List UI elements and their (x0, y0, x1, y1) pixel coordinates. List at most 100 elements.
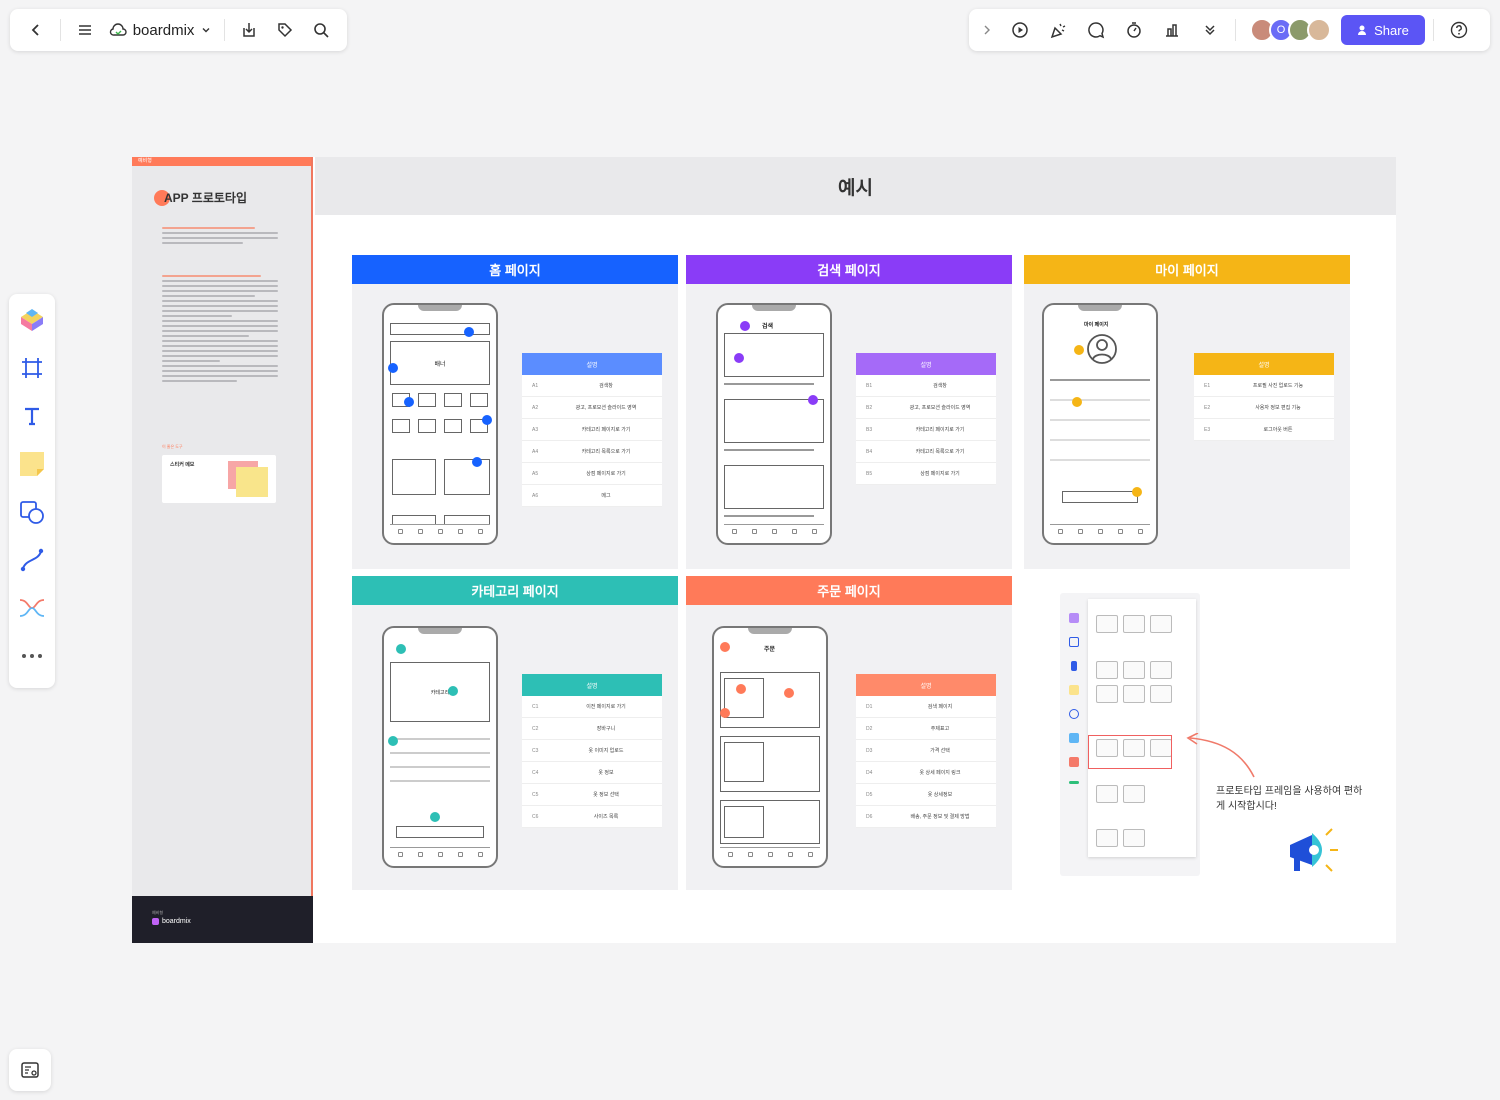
footer-small-label: 예비형 (152, 910, 164, 915)
panel-home[interactable]: 홈 페이지 배너 설명 A1 검색창 A2 광고, 프로모션 슬라이드 영역 A… (352, 255, 678, 569)
board-title-menu[interactable]: boardmix (105, 22, 217, 39)
creation-toolbar (9, 294, 55, 688)
minimap-icon[interactable] (9, 1049, 51, 1091)
connector-icon[interactable] (14, 542, 50, 578)
shape-icon[interactable] (14, 494, 50, 530)
panel-search[interactable]: 검색 페이지 검색 설명 B1 검색창 B2 광고, 프로모션 슬라이드 영역 B3… (686, 255, 1012, 569)
help-icon[interactable] (1442, 13, 1476, 47)
description-table: 설명 D1 검색 페이지 D2 주제표고 D3 가격 선택 D4 옷 상세 페이지 링크… (856, 674, 996, 828)
description-table: 설명 E1 프로필 사진 업로드 기능 E2 사용자 정보 편집 기능 E3 로그아웃… (1194, 353, 1334, 441)
description-header: 설명 (1194, 353, 1334, 375)
more-icon[interactable] (1193, 13, 1227, 47)
comment-icon[interactable] (1079, 13, 1113, 47)
phone-wireframe: 검색 (716, 303, 832, 545)
top-left-toolbar: boardmix (10, 9, 347, 51)
description-header: 설명 (522, 674, 662, 696)
board-title: boardmix (132, 21, 195, 39)
mindmap-icon[interactable] (14, 590, 50, 626)
phone-wireframe: 카테고리 (382, 626, 498, 868)
table-row: D1 검색 페이지 (856, 696, 996, 718)
board-frame[interactable]: 예비형 APP 프로토타입 이 줄은 도구 스티커 메모 예비형 boardmi… (132, 157, 1396, 943)
callout-arrow-icon (1186, 733, 1255, 778)
export-icon[interactable] (233, 13, 265, 47)
table-row: A4 카테고리 목록으로 가기 (522, 441, 662, 463)
frame-options-panel (1088, 599, 1196, 857)
sidebar-tag: 예비형 (132, 157, 311, 166)
table-row: C4 옷 정보 (522, 762, 662, 784)
table-row: A2 광고, 프로모션 슬라이드 영역 (522, 397, 662, 419)
share-label: Share (1374, 22, 1409, 38)
template-guide-sidebar: 예비형 APP 프로토타입 이 줄은 도구 스티커 메모 예비형 boardmi… (132, 157, 313, 943)
description-table: 설명 B1 검색창 B2 광고, 프로모션 슬라이드 영역 B3 카테고리 페이지로 … (856, 353, 996, 485)
vote-icon[interactable] (1155, 13, 1189, 47)
panel-order[interactable]: 주문 페이지 주문 설명 D1검색 페이지 D2주제표고 D3가격 선택 (686, 576, 1012, 890)
sticky-note-example: 스티커 메모 (162, 455, 276, 503)
divider (1235, 19, 1236, 41)
search-icon[interactable] (305, 13, 337, 47)
panel-home-title: 홈 페이지 (352, 255, 678, 284)
sidebar-footer: 예비형 boardmix (132, 896, 313, 943)
panel-my-title: 마이 페이지 (1024, 255, 1350, 284)
search-screen-title: 검색 (762, 324, 774, 330)
chevron-down-icon (202, 28, 210, 33)
table-row: A5 상점 페이지로 가기 (522, 463, 662, 485)
table-row: D5 옷 상세정보 (856, 784, 996, 806)
table-row: B3 카테고리 페이지로 가기 (856, 419, 996, 441)
note-title: 스티커 메모 (170, 462, 195, 468)
table-row: C1 이전 페이지로 가기 (522, 696, 662, 718)
panel-category-title: 카테고리 페이지 (352, 576, 678, 605)
table-row: E2 사용자 정보 편집 기능 (1194, 397, 1334, 419)
table-row: B5 상점 페이지로 가기 (856, 463, 996, 485)
cloud-icon (109, 23, 127, 36)
table-row: C5 옷 정보 선택 (522, 784, 662, 806)
sidebar-title-text: APP 프로토타입 (164, 191, 247, 205)
more-dots-icon[interactable] (14, 638, 50, 674)
divider (1433, 19, 1434, 41)
table-row: A3 카테고리 페이지로 가기 (522, 419, 662, 441)
table-row: E1 프로필 사진 업로드 기능 (1194, 375, 1334, 397)
table-row: D6 배송, 주문 정보 및 결제 방법 (856, 806, 996, 828)
panel-my-page[interactable]: 마이 페이지 마이 페이지 설명 E1 프로필 사진 업로드 기능 E2 사용자 정… (1024, 255, 1350, 569)
example-heading-text: 예시 (838, 177, 873, 199)
prototype-frame-highlight (1088, 735, 1172, 769)
tip-title: 이 줄은 도구 (162, 444, 183, 449)
table-row: C2 장바구니 (522, 718, 662, 740)
megaphone-icon (1290, 828, 1338, 872)
text-icon[interactable] (14, 398, 50, 434)
template-icon[interactable] (14, 302, 50, 338)
menu-icon[interactable] (69, 13, 101, 47)
order-screen-title: 주문 (764, 647, 776, 653)
avatar (1307, 18, 1331, 42)
table-row: C6 사이즈 목록 (522, 806, 662, 828)
footer-brand-text: boardmix (162, 918, 191, 925)
frame-icon[interactable] (14, 350, 50, 386)
frame-tool-screenshot (1060, 593, 1200, 876)
tag-icon[interactable] (269, 13, 301, 47)
description-table: 설명 A1 검색창 A2 광고, 프로모션 슬라이드 영역 A3 카테고리 페이지로 … (522, 353, 662, 507)
divider (59, 19, 61, 41)
collaborator-avatars[interactable]: O (1250, 18, 1331, 42)
play-icon[interactable] (1003, 13, 1037, 47)
table-row: B1 검색창 (856, 375, 996, 397)
table-row: D3 가격 선택 (856, 740, 996, 762)
panel-category[interactable]: 카테고리 페이지 카테고리 설명 C1 이전 페이지로 가기 C2 장바구니 C3 옷… (352, 576, 678, 890)
guide-text-block (162, 275, 278, 385)
example-heading: 예시 (315, 157, 1396, 215)
phone-wireframe: 배너 (382, 303, 498, 545)
description-table: 설명 C1 이전 페이지로 가기 C2 장바구니 C3 옷 이미지 업로드 C4 옷 정… (522, 674, 662, 828)
celebrate-icon[interactable] (1041, 13, 1075, 47)
footer-brand: boardmix (152, 918, 293, 925)
phone-wireframe: 주문 (712, 626, 828, 868)
sidebar-title: APP 프로토타입 (154, 189, 247, 206)
table-row: B4 카테고리 목록으로 가기 (856, 441, 996, 463)
callout-text: 프로토타입 프레임을 사용하여 편하게 시작합시다! (1216, 786, 1363, 812)
mock-toolbar (1064, 613, 1084, 784)
sticky-note-icon[interactable] (14, 446, 50, 482)
back-icon[interactable] (20, 13, 52, 47)
timer-icon[interactable] (1117, 13, 1151, 47)
table-row: E3 로그아웃 버튼 (1194, 419, 1334, 441)
my-screen-title: 마이 페이지 (1084, 322, 1109, 328)
chevron-right-icon[interactable] (975, 13, 999, 47)
table-row: D2 주제표고 (856, 718, 996, 740)
share-button[interactable]: Share (1341, 15, 1425, 45)
